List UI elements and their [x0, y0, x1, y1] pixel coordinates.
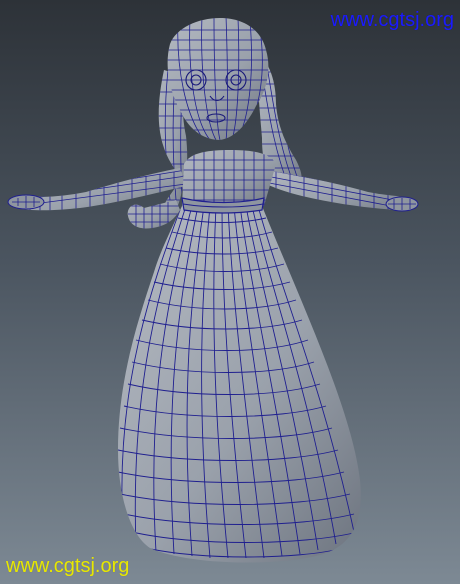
watermark-top: www.cgtsj.org: [330, 9, 454, 31]
right-hand-mesh: [385, 196, 419, 212]
viewport[interactable]: www.cgtsj.org www.cgtsj.org: [0, 0, 460, 584]
watermark-bottom: www.cgtsj.org: [6, 555, 130, 577]
wireframe-character: [7, 18, 419, 563]
left-hand-mesh: [7, 194, 45, 210]
dress-mesh: [118, 206, 361, 563]
